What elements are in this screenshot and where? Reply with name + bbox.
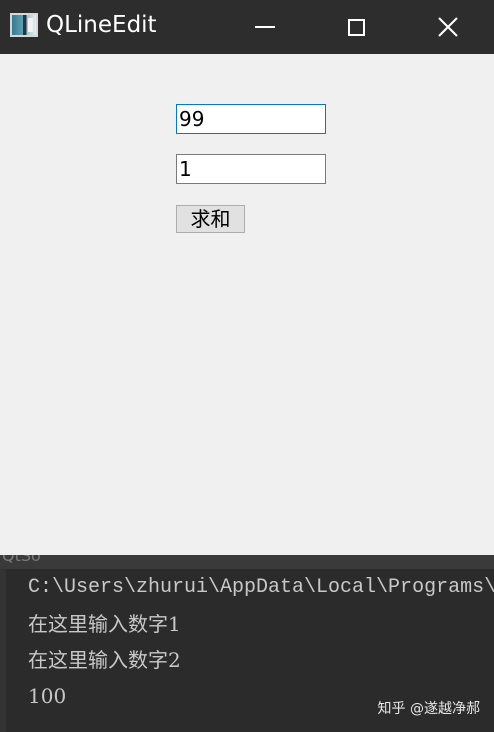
- console-line: C:\Users\zhurui\AppData\Local\Programs\: [28, 576, 494, 599]
- maximize-icon: [347, 18, 365, 36]
- close-icon: [438, 17, 458, 37]
- title-bar[interactable]: QLineEdit: [0, 0, 494, 54]
- console-output: C:\Users\zhurui\AppData\Local\Programs\ …: [0, 569, 494, 732]
- console-line: 100: [28, 684, 67, 708]
- app-window-icon: [10, 13, 38, 37]
- console-header: QtSo: [0, 555, 494, 569]
- app-root: QLineEdit 求和 QtSo C:\Users\zhurui\AppDat…: [0, 0, 494, 732]
- maximize-button[interactable]: [326, 0, 386, 54]
- sum-button[interactable]: 求和: [176, 205, 245, 233]
- console-header-text: QtSo: [2, 555, 41, 565]
- minimize-icon: [255, 26, 275, 28]
- console-line: 在这里输入数字2: [28, 648, 181, 672]
- number-input-2[interactable]: [176, 154, 326, 184]
- client-area: 求和: [0, 54, 494, 555]
- watermark: 知乎 @遂越净郝: [377, 701, 480, 717]
- number-input-1[interactable]: [176, 104, 326, 134]
- window-title: QLineEdit: [46, 12, 157, 38]
- minimize-button[interactable]: [235, 0, 295, 54]
- console-line: 在这里输入数字1: [28, 612, 181, 636]
- close-button[interactable]: [418, 0, 478, 54]
